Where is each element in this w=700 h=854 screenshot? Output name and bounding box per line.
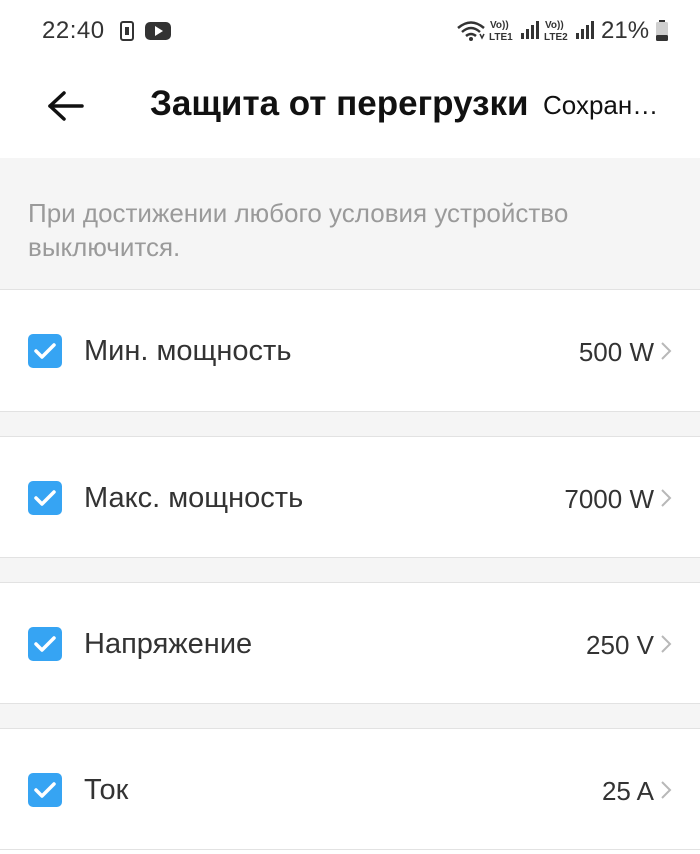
svg-text:LTE1: LTE1 [489,32,513,43]
condition-row-current[interactable]: Ток 25 A [0,728,700,850]
condition-label: Напряжение [84,628,253,660]
check-icon [34,490,56,506]
check-icon [34,782,56,798]
chevron-right-icon [661,781,672,799]
condition-label: Ток [84,774,129,806]
condition-row-voltage[interactable]: Напряжение 250 V [0,582,700,704]
max-power-checkbox[interactable] [28,481,62,515]
page-title: Защита от перегрузки [150,84,529,123]
info-panel: При достижении любого условия устройство… [0,158,700,290]
check-icon [34,636,56,652]
app-bar: Защита от перегрузки Сохранить [0,64,700,158]
volte-icon: Vo)) LTE2 [543,18,573,49]
svg-text:LTE2: LTE2 [544,32,568,43]
current-checkbox[interactable] [28,773,62,807]
status-time: 22:40 [42,17,105,44]
list-gap [0,412,700,436]
signal-icon [576,20,594,45]
wifi-icon [456,20,486,47]
sim-card-icon [120,21,134,46]
chevron-right-icon [661,489,672,507]
chevron-right-icon [661,342,672,360]
check-icon [34,343,56,359]
conditions-list: Мин. мощность 500 W Макс. мощность 7000 … [0,290,700,850]
condition-label: Макс. мощность [84,482,304,514]
condition-row-max-power[interactable]: Макс. мощность 7000 W [0,436,700,558]
signal-icon [521,20,539,45]
condition-row-min-power[interactable]: Мин. мощность 500 W [0,290,700,412]
condition-value: 250 V [586,630,654,660]
list-gap [0,558,700,582]
condition-value: 7000 W [564,484,654,514]
condition-value: 500 W [578,337,654,367]
arrow-left-icon [48,91,84,121]
list-gap [0,704,700,728]
battery-icon [655,20,669,47]
info-text: При достижении любого условия устройство… [28,198,569,262]
voltage-checkbox[interactable] [28,627,62,661]
svg-text:Vo)): Vo)) [490,20,509,31]
chevron-right-icon [661,635,672,653]
youtube-icon [145,22,171,45]
volte-icon: Vo)) LTE1 [488,18,518,49]
save-button[interactable]: Сохранить [543,90,663,121]
status-bar: 22:40 Vo)) LTE1 Vo)) LTE2 21% [0,0,700,64]
back-button[interactable] [40,84,92,128]
condition-label: Мин. мощность [84,335,292,367]
battery-percent: 21% [601,17,650,44]
min-power-checkbox[interactable] [28,334,62,368]
condition-value: 25 A [601,776,654,806]
svg-text:Vo)): Vo)) [545,20,564,31]
